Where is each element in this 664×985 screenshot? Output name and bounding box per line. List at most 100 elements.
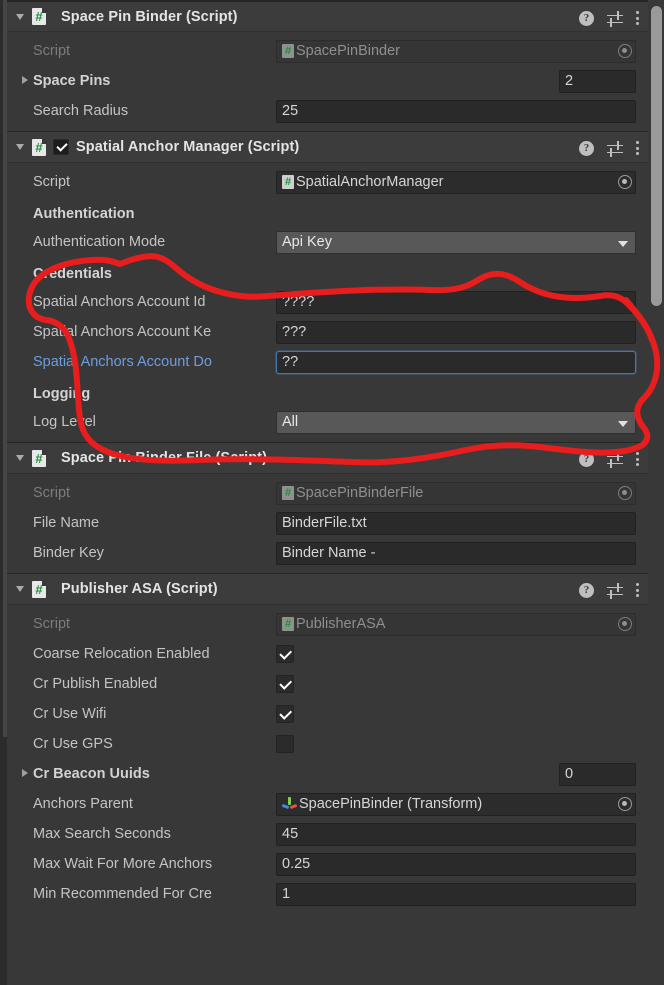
menu-dot <box>636 583 640 587</box>
csharp-script-icon: # <box>32 580 47 598</box>
checkbox[interactable] <box>276 705 294 723</box>
more-options-icon[interactable] <box>636 10 640 26</box>
preset-line <box>617 451 619 461</box>
property-row: Min Recommended For Cre 1 <box>7 879 648 909</box>
object-reference-name: PublisherASA <box>296 615 386 632</box>
menu-dot <box>636 22 640 26</box>
text-input[interactable]: Binder Name - <box>276 541 636 565</box>
chevron-right-icon[interactable] <box>20 75 32 87</box>
text-input[interactable]: 0.25 <box>276 852 636 876</box>
field-label: Cr Use Wifi <box>33 706 107 722</box>
preset-sliders-icon[interactable] <box>607 582 623 599</box>
object-picker-icon[interactable] <box>618 486 632 500</box>
object-reference-field[interactable]: # PublisherASA <box>276 612 636 636</box>
field-label: Search Radius <box>33 103 129 119</box>
object-picker-icon[interactable] <box>618 617 632 631</box>
property-row: Script # SpacePinBinder <box>7 36 648 66</box>
preset-line <box>607 144 623 147</box>
preset-sliders-icon[interactable] <box>607 10 623 27</box>
section-header: Logging <box>33 386 91 402</box>
preset-sliders-icon[interactable] <box>607 451 623 468</box>
property-row: File Name BinderFile.txt <box>7 508 648 538</box>
csharp-script-icon: # <box>282 617 295 631</box>
script-icon-hash: # <box>35 581 43 597</box>
help-icon[interactable]: ? <box>579 582 594 598</box>
component-header[interactable]: # Space Pin Binder (Script)? <box>7 0 648 32</box>
checkbox[interactable] <box>276 735 294 753</box>
preset-sliders-icon[interactable] <box>607 140 623 157</box>
script-icon-hash: # <box>284 487 292 499</box>
chevron-down-icon[interactable] <box>15 582 29 596</box>
object-picker-icon[interactable] <box>618 175 632 189</box>
array-size-input[interactable]: 2 <box>559 69 636 93</box>
script-icon-hash: # <box>284 618 292 630</box>
array-size-input[interactable]: 0 <box>559 762 636 786</box>
property-row: Log Level All <box>7 407 648 437</box>
component-header-actions: ? <box>579 443 640 475</box>
text-input[interactable]: ??? <box>276 320 636 344</box>
dropdown-select[interactable]: All <box>276 410 636 434</box>
field-label: Cr Use GPS <box>33 736 113 752</box>
chevron-down-icon[interactable] <box>15 140 29 154</box>
property-row: Coarse Relocation Enabled <box>7 639 648 669</box>
csharp-script-icon: # <box>282 486 295 500</box>
component-header[interactable]: # Spatial Anchor Manager (Script)? <box>7 131 648 163</box>
component-header[interactable]: # Space Pin Binder File (Script)? <box>7 442 648 474</box>
script-icon-hash: # <box>35 9 43 24</box>
script-icon-hash: # <box>284 176 292 188</box>
section-header: Authentication <box>33 206 135 222</box>
component-title: Space Pin Binder File (Script) <box>61 450 268 466</box>
transform-gizmo-icon <box>281 796 298 812</box>
object-reference-field[interactable]: # SpatialAnchorManager <box>276 170 636 194</box>
menu-dot <box>636 11 640 15</box>
field-label: Authentication Mode <box>33 234 166 250</box>
text-input[interactable]: ?? <box>276 350 636 374</box>
chevron-down-icon[interactable] <box>15 451 29 465</box>
help-icon[interactable]: ? <box>579 140 594 156</box>
component-title: Publisher ASA (Script) <box>61 581 218 597</box>
field-label: Anchors Parent <box>33 796 133 812</box>
more-options-icon[interactable] <box>636 451 640 467</box>
chevron-right-icon[interactable] <box>20 768 32 780</box>
field-label: Max Search Seconds <box>33 826 171 842</box>
text-input[interactable]: ???? <box>276 290 636 314</box>
help-icon[interactable]: ? <box>579 451 594 467</box>
property-row: Search Radius 25 <box>7 96 648 126</box>
dropdown-value: Api Key <box>282 233 332 250</box>
field-label: Binder Key <box>33 545 104 561</box>
checkbox[interactable] <box>276 675 294 693</box>
component-enable-checkbox[interactable] <box>53 139 69 155</box>
component-header[interactable]: # Publisher ASA (Script)? <box>7 573 648 605</box>
more-options-icon[interactable] <box>636 582 640 598</box>
component-body: Script # SpatialAnchorManager Authenticatio… <box>7 163 648 442</box>
menu-dot <box>636 146 640 150</box>
field-label: Script <box>33 616 71 632</box>
checkbox[interactable] <box>276 645 294 663</box>
property-row: Script # SpacePinBinderFile <box>7 478 648 508</box>
text-input[interactable]: BinderFile.txt <box>276 511 636 535</box>
component-title: Spatial Anchor Manager (Script) <box>76 139 300 155</box>
help-icon[interactable]: ? <box>579 10 594 26</box>
text-input[interactable]: 25 <box>276 99 636 123</box>
object-picker-icon[interactable] <box>618 797 632 811</box>
object-reference-name: SpatialAnchorManager <box>296 173 444 190</box>
property-row: Cr Use GPS <box>7 729 648 759</box>
dropdown-select[interactable]: Api Key <box>276 230 636 254</box>
object-picker-icon[interactable] <box>618 44 632 58</box>
text-input[interactable]: 1 <box>276 882 636 906</box>
property-row: Max Search Seconds 45 <box>7 819 648 849</box>
field-label: Spatial Anchors Account Do <box>33 354 212 370</box>
text-input[interactable]: 45 <box>276 822 636 846</box>
chevron-down-icon[interactable] <box>15 10 29 24</box>
field-label: Coarse Relocation Enabled <box>33 646 210 662</box>
field-label: Min Recommended For Cre <box>33 886 212 902</box>
property-row: Spatial Anchors Account Id???? <box>7 287 648 317</box>
object-reference-field[interactable]: # SpacePinBinder <box>276 39 636 63</box>
inspector-scrollbar-thumb[interactable] <box>651 6 662 306</box>
preset-line <box>607 455 623 458</box>
object-reference-field[interactable]: # SpacePinBinderFile <box>276 481 636 505</box>
component-body: Script # PublisherASA Coarse Relocation Ena… <box>7 605 648 914</box>
preset-line <box>610 458 612 468</box>
object-reference-field[interactable]: SpacePinBinder (Transform) <box>276 792 636 816</box>
more-options-icon[interactable] <box>636 140 640 156</box>
